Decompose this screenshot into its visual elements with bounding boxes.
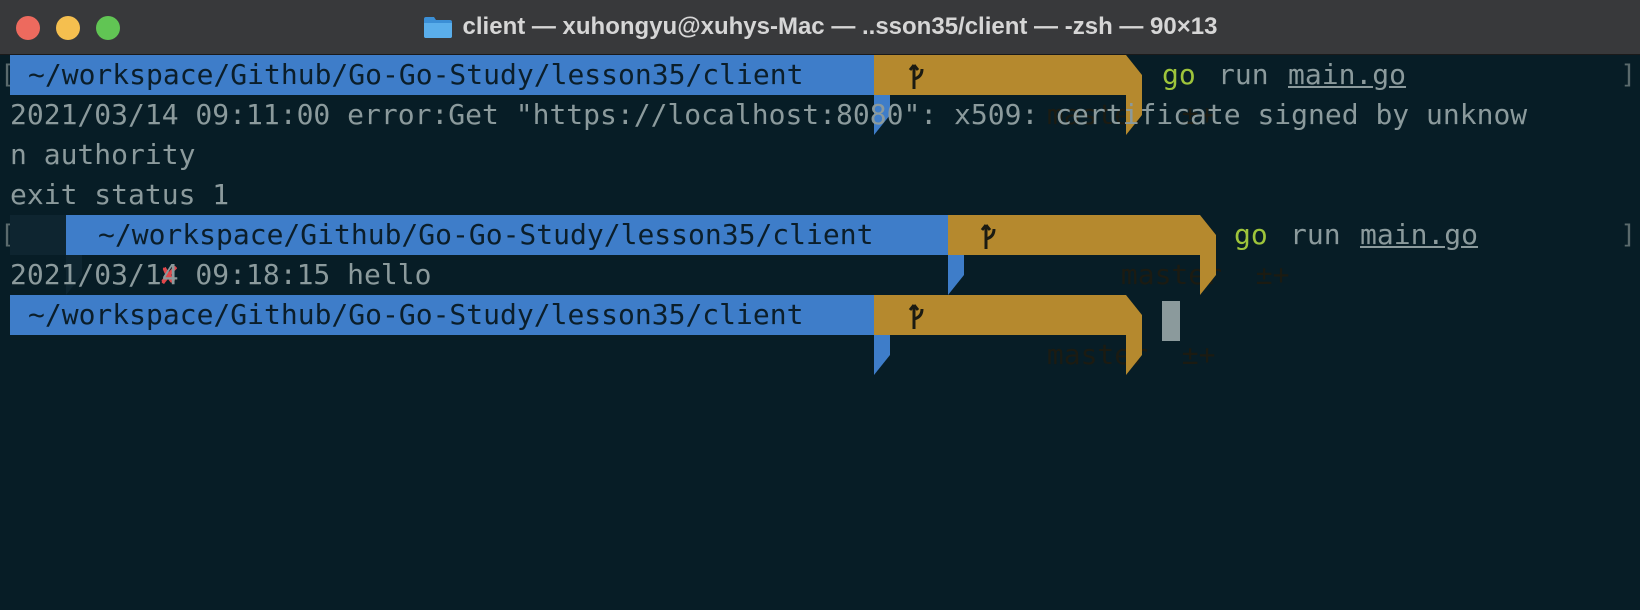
output-text: 2021/03/14 09:18:15 hello: [10, 258, 432, 291]
git-branch-icon: [908, 64, 924, 89]
output-line: 2021/03/14 09:18:15 hello: [0, 255, 1640, 295]
output-line: exit status 1: [0, 175, 1640, 215]
prompt-path: ~/workspace/Github/Go-Go-Study/lesson35/…: [10, 295, 884, 335]
terminal-content[interactable]: [ ~/workspace/Github/Go-Go-Study/lesson3…: [0, 55, 1640, 610]
window-title-group: client — xuhongyu@xuhys-Mac — ..sson35/c…: [0, 0, 1640, 54]
terminal-window: client — xuhongyu@xuhys-Mac — ..sson35/c…: [0, 0, 1640, 610]
command-run: run: [1290, 218, 1341, 251]
command-arg: main.go: [1288, 58, 1407, 91]
command-go: go: [1162, 58, 1196, 91]
command-go: go: [1234, 218, 1268, 251]
bracket-right: ]: [1620, 60, 1636, 90]
output-line: 2021/03/14 09:11:00 error:Get "https://l…: [0, 95, 1640, 135]
command-run: run: [1218, 58, 1269, 91]
prompt-path: ~/workspace/Github/Go-Go-Study/lesson35/…: [10, 55, 884, 95]
prompt-line: ~/workspace/Github/Go-Go-Study/lesson35/…: [0, 295, 1640, 375]
window-title: client — xuhongyu@xuhys-Mac — ..sson35/c…: [462, 13, 1218, 40]
title-bar[interactable]: client — xuhongyu@xuhys-Mac — ..sson35/c…: [0, 0, 1640, 55]
git-branch-icon: [980, 224, 996, 249]
prompt-error-segment: ✘: [10, 215, 178, 291]
git-segment-arrow: [1126, 295, 1142, 375]
output-text: n authority: [10, 138, 196, 171]
git-status: ±+: [1181, 338, 1216, 371]
output-line: n authority: [0, 135, 1640, 175]
output-text: 2021/03/14 09:11:00 error:Get "https://l…: [10, 98, 1528, 131]
bracket-right: ]: [1620, 220, 1636, 250]
command-arg: main.go: [1360, 218, 1479, 251]
text-cursor[interactable]: [1162, 301, 1180, 341]
prompt-line: [ ~/workspace/Github/Go-Go-Study/lesson3…: [0, 55, 1640, 135]
output-text: exit status 1: [10, 178, 230, 211]
prompt-line: [ ✘ ~/workspace/Github/Go-Go-Study/lesso…: [0, 215, 1640, 295]
git-branch-icon: [908, 304, 924, 329]
folder-icon: [423, 17, 452, 38]
prompt-path: ~/workspace/Github/Go-Go-Study/lesson35/…: [66, 215, 968, 255]
